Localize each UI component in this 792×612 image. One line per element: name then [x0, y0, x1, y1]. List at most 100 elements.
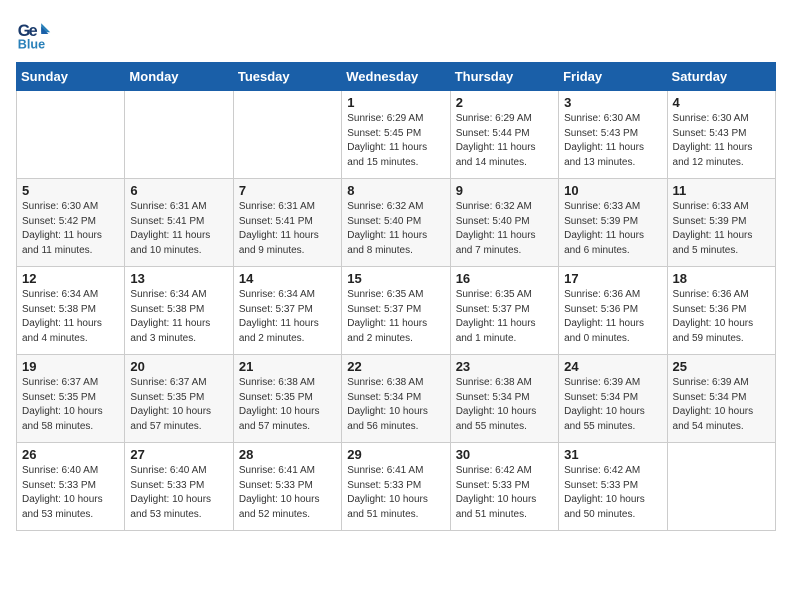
- calendar-cell: [667, 443, 775, 531]
- calendar-cell: 7 Sunrise: 6:31 AM Sunset: 5:41 PM Daylig…: [233, 179, 341, 267]
- day-info: Sunrise: 6:39 AM Sunset: 5:34 PM Dayligh…: [564, 376, 661, 434]
- day-number: 3: [564, 95, 661, 110]
- calendar-cell: 16 Sunrise: 6:35 AM Sunset: 5:37 PM Dayli…: [450, 267, 558, 355]
- day-info: Sunrise: 6:35 AM Sunset: 5:37 PM Dayligh…: [456, 288, 553, 346]
- calendar-cell: 26 Sunrise: 6:40 AM Sunset: 5:33 PM Dayli…: [17, 443, 125, 531]
- calendar-cell: 9Sunrise: 6:32 AM Sunset: 5:40 PM Daylig…: [450, 179, 558, 267]
- calendar-cell: 27Sunrise: 6:40 AM Sunset: 5:33 PM Dayli…: [125, 443, 233, 531]
- calendar-cell: 19 Sunrise: 6:37 AM Sunset: 5:35 PM Dayli…: [17, 355, 125, 443]
- calendar-cell: 5 Sunrise: 6:30 AM Sunset: 5:42 PM Daylig…: [17, 179, 125, 267]
- weekday-header-tuesday: Tuesday: [233, 63, 341, 91]
- day-info: Sunrise: 6:36 AM Sunset: 5:36 PM Dayligh…: [673, 288, 770, 346]
- calendar-cell: 6 Sunrise: 6:31 AM Sunset: 5:41 PM Daylig…: [125, 179, 233, 267]
- day-number: 31: [564, 447, 661, 462]
- weekday-header-row: SundayMondayTuesdayWednesdayThursdayFrid…: [17, 63, 776, 91]
- day-number: 2: [456, 95, 553, 110]
- day-number: 12: [22, 271, 119, 286]
- calendar-cell: 29 Sunrise: 6:41 AM Sunset: 5:33 PM Dayli…: [342, 443, 450, 531]
- day-info: Sunrise: 6:34 AM Sunset: 5:38 PM Dayligh…: [130, 288, 227, 346]
- day-info: Sunrise: 6:37 AM Sunset: 5:35 PM Dayligh…: [130, 376, 227, 434]
- svg-text:Blue: Blue: [18, 37, 45, 51]
- day-number: 8: [347, 183, 444, 198]
- day-info: Sunrise: 6:37 AM Sunset: 5:35 PM Dayligh…: [22, 376, 119, 434]
- day-number: 30: [456, 447, 553, 462]
- logo-icon: G e Blue: [16, 16, 52, 52]
- calendar-cell: 17 Sunrise: 6:36 AM Sunset: 5:36 PM Dayli…: [559, 267, 667, 355]
- day-info: Sunrise: 6:42 AM Sunset: 5:33 PM Dayligh…: [456, 464, 553, 522]
- day-info: Sunrise: 6:42 AM Sunset: 5:33 PM Dayligh…: [564, 464, 661, 522]
- day-info: Sunrise: 6:38 AM Sunset: 5:35 PM Dayligh…: [239, 376, 336, 434]
- day-info: Sunrise: 6:33 AM Sunset: 5:39 PM Dayligh…: [673, 200, 770, 258]
- day-number: 11: [673, 183, 770, 198]
- day-info: Sunrise: 6:35 AM Sunset: 5:37 PM Dayligh…: [347, 288, 444, 346]
- calendar-cell: 14Sunrise: 6:34 AM Sunset: 5:37 PM Dayli…: [233, 267, 341, 355]
- day-info: Sunrise: 6:32 AM Sunset: 5:40 PM Dayligh…: [456, 200, 553, 258]
- calendar-cell: 12 Sunrise: 6:34 AM Sunset: 5:38 PM Dayli…: [17, 267, 125, 355]
- day-info: Sunrise: 6:34 AM Sunset: 5:38 PM Dayligh…: [22, 288, 119, 346]
- calendar-cell: 10 Sunrise: 6:33 AM Sunset: 5:39 PM Dayli…: [559, 179, 667, 267]
- day-number: 28: [239, 447, 336, 462]
- calendar-cell: 21 Sunrise: 6:38 AM Sunset: 5:35 PM Dayli…: [233, 355, 341, 443]
- calendar-cell: 11 Sunrise: 6:33 AM Sunset: 5:39 PM Dayli…: [667, 179, 775, 267]
- day-info: Sunrise: 6:40 AM Sunset: 5:33 PM Dayligh…: [22, 464, 119, 522]
- calendar-cell: 23 Sunrise: 6:38 AM Sunset: 5:34 PM Dayli…: [450, 355, 558, 443]
- day-number: 27: [130, 447, 227, 462]
- weekday-header-thursday: Thursday: [450, 63, 558, 91]
- calendar-cell: 20 Sunrise: 6:37 AM Sunset: 5:35 PM Dayli…: [125, 355, 233, 443]
- day-number: 23: [456, 359, 553, 374]
- calendar-cell: 13 Sunrise: 6:34 AM Sunset: 5:38 PM Dayli…: [125, 267, 233, 355]
- calendar-table: SundayMondayTuesdayWednesdayThursdayFrid…: [16, 62, 776, 531]
- calendar-cell: 28 Sunrise: 6:41 AM Sunset: 5:33 PM Dayli…: [233, 443, 341, 531]
- calendar-cell: 22Sunrise: 6:38 AM Sunset: 5:34 PM Dayli…: [342, 355, 450, 443]
- day-info: Sunrise: 6:38 AM Sunset: 5:34 PM Dayligh…: [347, 376, 444, 434]
- day-number: 16: [456, 271, 553, 286]
- calendar-week-5: 26 Sunrise: 6:40 AM Sunset: 5:33 PM Dayli…: [17, 443, 776, 531]
- day-number: 25: [673, 359, 770, 374]
- day-info: Sunrise: 6:41 AM Sunset: 5:33 PM Dayligh…: [239, 464, 336, 522]
- day-number: 19: [22, 359, 119, 374]
- weekday-header-wednesday: Wednesday: [342, 63, 450, 91]
- day-number: 26: [22, 447, 119, 462]
- day-info: Sunrise: 6:31 AM Sunset: 5:41 PM Dayligh…: [130, 200, 227, 258]
- day-number: 14: [239, 271, 336, 286]
- day-info: Sunrise: 6:29 AM Sunset: 5:44 PM Dayligh…: [456, 112, 553, 170]
- calendar-cell: [125, 91, 233, 179]
- day-info: Sunrise: 6:30 AM Sunset: 5:43 PM Dayligh…: [564, 112, 661, 170]
- calendar-cell: [17, 91, 125, 179]
- day-number: 18: [673, 271, 770, 286]
- day-number: 29: [347, 447, 444, 462]
- day-number: 5: [22, 183, 119, 198]
- day-info: Sunrise: 6:33 AM Sunset: 5:39 PM Dayligh…: [564, 200, 661, 258]
- day-info: Sunrise: 6:38 AM Sunset: 5:34 PM Dayligh…: [456, 376, 553, 434]
- day-number: 20: [130, 359, 227, 374]
- calendar-cell: 30 Sunrise: 6:42 AM Sunset: 5:33 PM Dayli…: [450, 443, 558, 531]
- weekday-header-sunday: Sunday: [17, 63, 125, 91]
- day-info: Sunrise: 6:30 AM Sunset: 5:43 PM Dayligh…: [673, 112, 770, 170]
- calendar-cell: 24Sunrise: 6:39 AM Sunset: 5:34 PM Dayli…: [559, 355, 667, 443]
- day-info: Sunrise: 6:39 AM Sunset: 5:34 PM Dayligh…: [673, 376, 770, 434]
- calendar-cell: 25 Sunrise: 6:39 AM Sunset: 5:34 PM Dayli…: [667, 355, 775, 443]
- day-number: 17: [564, 271, 661, 286]
- day-info: Sunrise: 6:36 AM Sunset: 5:36 PM Dayligh…: [564, 288, 661, 346]
- calendar-week-1: 1Sunrise: 6:29 AM Sunset: 5:45 PM Daylig…: [17, 91, 776, 179]
- day-info: Sunrise: 6:31 AM Sunset: 5:41 PM Dayligh…: [239, 200, 336, 258]
- calendar-cell: 8 Sunrise: 6:32 AM Sunset: 5:40 PM Daylig…: [342, 179, 450, 267]
- day-number: 21: [239, 359, 336, 374]
- day-info: Sunrise: 6:30 AM Sunset: 5:42 PM Dayligh…: [22, 200, 119, 258]
- calendar-cell: 4 Sunrise: 6:30 AM Sunset: 5:43 PM Daylig…: [667, 91, 775, 179]
- calendar-week-2: 5 Sunrise: 6:30 AM Sunset: 5:42 PM Daylig…: [17, 179, 776, 267]
- day-number: 13: [130, 271, 227, 286]
- page-header: G e Blue: [16, 16, 776, 52]
- day-number: 6: [130, 183, 227, 198]
- day-info: Sunrise: 6:41 AM Sunset: 5:33 PM Dayligh…: [347, 464, 444, 522]
- calendar-cell: 2 Sunrise: 6:29 AM Sunset: 5:44 PM Daylig…: [450, 91, 558, 179]
- day-number: 4: [673, 95, 770, 110]
- calendar-week-3: 12 Sunrise: 6:34 AM Sunset: 5:38 PM Dayli…: [17, 267, 776, 355]
- calendar-week-4: 19 Sunrise: 6:37 AM Sunset: 5:35 PM Dayli…: [17, 355, 776, 443]
- day-number: 7: [239, 183, 336, 198]
- day-info: Sunrise: 6:29 AM Sunset: 5:45 PM Dayligh…: [347, 112, 444, 170]
- day-number: 10: [564, 183, 661, 198]
- calendar-cell: 31 Sunrise: 6:42 AM Sunset: 5:33 PM Dayli…: [559, 443, 667, 531]
- logo: G e Blue: [16, 16, 56, 52]
- day-info: Sunrise: 6:32 AM Sunset: 5:40 PM Dayligh…: [347, 200, 444, 258]
